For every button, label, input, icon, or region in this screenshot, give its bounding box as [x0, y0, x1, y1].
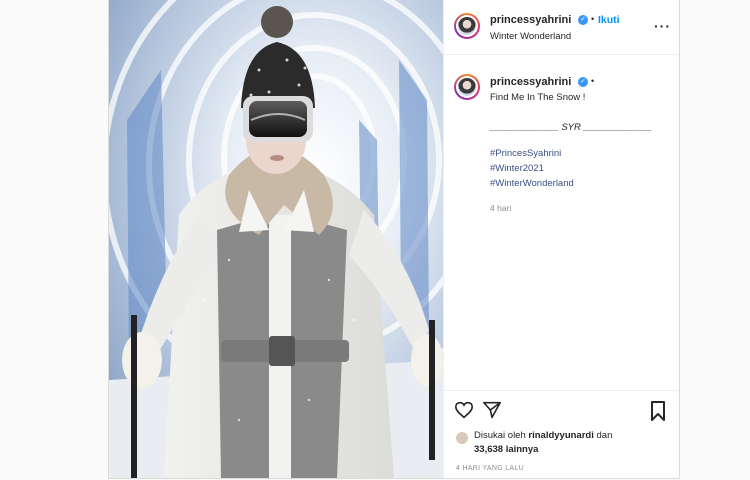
post-timestamp: 4 HARI YANG LALU — [456, 465, 524, 472]
caption-avatar[interactable] — [454, 74, 480, 100]
heart-icon[interactable] — [454, 401, 474, 424]
instagram-post: princessyahrini ✓ • Ikuti Winter Wonderl… — [108, 0, 680, 479]
post-actions: Disukai oleh rinaldyyunardi dan 33,638 l… — [444, 390, 679, 478]
liker-avatar[interactable] — [456, 432, 468, 444]
caption-signature: _____________ SYR _____________ — [490, 122, 653, 133]
likes-count[interactable]: 33,638 lainnya — [474, 444, 538, 455]
snow-tunnel-photo — [109, 0, 443, 478]
follow-button[interactable]: Ikuti — [598, 14, 620, 26]
avatar[interactable] — [454, 13, 480, 39]
header-username[interactable]: princessyahrini — [490, 14, 571, 26]
liker-username[interactable]: rinaldyyunardi — [528, 430, 593, 441]
hashtag-link[interactable]: #WinterWonderland — [490, 176, 574, 191]
post-header: princessyahrini ✓ • Ikuti Winter Wonderl… — [444, 0, 679, 55]
caption-text: Find Me In The Snow ! — [490, 92, 586, 103]
hashtag-list: #PrincesSyahrini #Winter2021 #WinterWond… — [490, 146, 574, 191]
more-horizontal-icon[interactable]: ··· — [654, 18, 671, 34]
caption-time: 4 hari — [490, 203, 512, 213]
separator-dot: • — [591, 14, 595, 24]
hashtag-link[interactable]: #PrincesSyahrini — [490, 146, 574, 161]
send-icon[interactable] — [482, 401, 502, 424]
caption-username[interactable]: princessyahrini — [490, 76, 571, 88]
separator-dot: • — [591, 76, 595, 86]
post-photo[interactable] — [109, 0, 443, 478]
likes-summary[interactable]: Disukai oleh rinaldyyunardi dan 33,638 l… — [474, 429, 612, 457]
verified-badge-icon: ✓ — [578, 15, 588, 25]
post-details-panel: princessyahrini ✓ • Ikuti Winter Wonderl… — [443, 0, 679, 478]
hashtag-link[interactable]: #Winter2021 — [490, 161, 574, 176]
bookmark-icon[interactable] — [650, 401, 666, 426]
location-link[interactable]: Winter Wonderland — [490, 31, 571, 42]
verified-badge-icon: ✓ — [578, 77, 588, 87]
